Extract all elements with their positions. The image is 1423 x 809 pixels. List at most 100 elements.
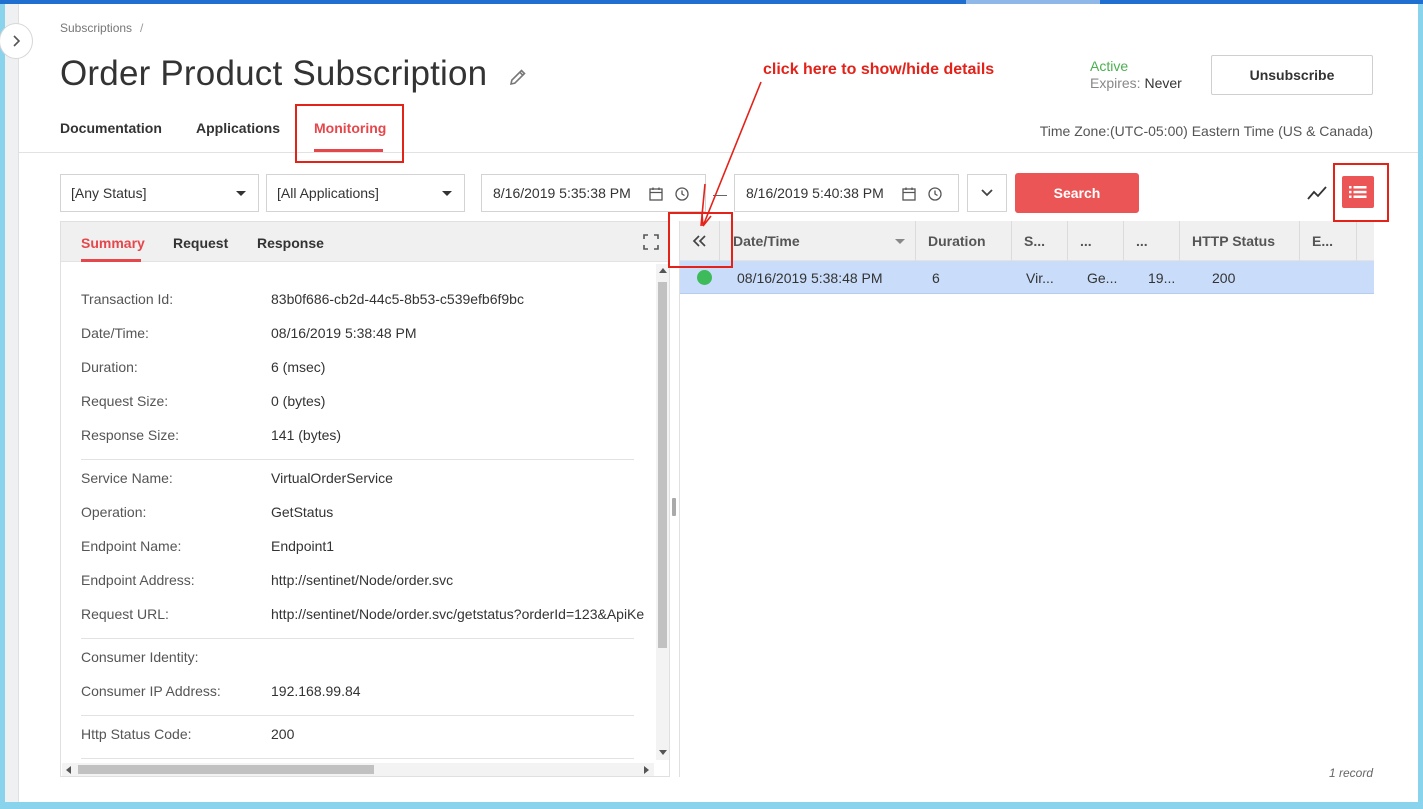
column-header-label: Date/Time <box>733 233 800 249</box>
detail-value: http://sentinet/Node/order.svc/getstatus… <box>271 606 645 622</box>
chevron-down-icon <box>981 189 993 197</box>
scroll-up-arrow-icon[interactable] <box>659 268 667 273</box>
column-header-label: ... <box>1080 233 1092 249</box>
details-divider <box>81 459 634 460</box>
details-panel: Summary Request Response Transaction Id:… <box>60 221 670 777</box>
tab-monitoring[interactable]: Monitoring <box>314 120 386 136</box>
detail-value: GetStatus <box>271 504 334 520</box>
unsubscribe-button[interactable]: Unsubscribe <box>1211 55 1373 95</box>
column-header-label: Duration <box>928 233 986 249</box>
scrollbar-thumb[interactable] <box>658 282 667 648</box>
to-date-input[interactable]: 8/16/2019 5:40:38 PM <box>734 174 959 212</box>
detail-value: 141 (bytes) <box>271 427 342 443</box>
status-indicator-icon <box>697 270 712 285</box>
breadcrumb-separator: / <box>140 21 144 35</box>
grid-header: Date/Time Duration S... ... ... HTTP Sta… <box>680 221 1374 261</box>
table-row[interactable]: 08/16/2019 5:38:48 PM 6 Vir... Ge... 19.… <box>680 261 1374 294</box>
column-header-http-status[interactable]: HTTP Status <box>1180 221 1300 261</box>
detail-label: Date/Time: <box>81 325 149 341</box>
details-divider <box>81 758 634 759</box>
detail-label: Response Size: <box>81 427 180 443</box>
tab-documentation[interactable]: Documentation <box>60 120 162 136</box>
detail-label: Consumer IP Address: <box>81 683 221 699</box>
detail-value: 192.168.99.84 <box>271 683 361 699</box>
scrollbar-thumb[interactable] <box>78 765 374 774</box>
details-divider <box>81 638 634 639</box>
detail-value: 6 (msec) <box>271 359 326 375</box>
detail-value: VirtualOrderService <box>271 470 393 486</box>
panel-splitter-handle[interactable] <box>672 498 676 516</box>
annotation-text: click here to show/hide details <box>763 61 995 78</box>
caret-down-icon <box>236 191 246 196</box>
double-chevron-left-icon <box>692 235 706 247</box>
scroll-left-arrow-icon[interactable] <box>66 766 71 774</box>
date-range-dash <box>713 195 727 196</box>
details-tab-response[interactable]: Response <box>257 235 324 251</box>
fullscreen-icon[interactable] <box>643 234 659 250</box>
details-tab-summary[interactable]: Summary <box>81 235 145 251</box>
chart-line-icon[interactable] <box>1305 181 1329 205</box>
chevron-right-icon <box>13 35 21 47</box>
column-header-label: E... <box>1312 233 1334 249</box>
detail-value: 200 <box>271 726 295 742</box>
detail-label: Transaction Id: <box>81 291 174 307</box>
detail-label: Service Name: <box>81 470 173 486</box>
from-date-value: 8/16/2019 5:35:38 PM <box>493 185 631 201</box>
breadcrumb-subscriptions[interactable]: Subscriptions <box>60 21 132 35</box>
clock-icon[interactable] <box>674 186 690 202</box>
detail-value: Endpoint1 <box>271 538 335 554</box>
column-header-label: ... <box>1136 233 1148 249</box>
scroll-right-arrow-icon[interactable] <box>644 766 649 774</box>
pencil-icon[interactable] <box>507 66 529 88</box>
list-view-button[interactable] <box>1342 176 1374 208</box>
to-date-value: 8/16/2019 5:40:38 PM <box>746 185 884 201</box>
status-filter-select[interactable]: [Any Status] <box>60 174 259 212</box>
column-header-label: HTTP Status <box>1192 233 1275 249</box>
list-icon <box>1349 186 1367 198</box>
toggle-details-button[interactable] <box>680 221 720 261</box>
column-header-service[interactable]: S... <box>1012 221 1068 261</box>
header-divider <box>19 152 1418 153</box>
column-header-consumer[interactable]: ... <box>1124 221 1180 261</box>
detail-label: Endpoint Address: <box>81 572 195 588</box>
clock-icon[interactable] <box>927 186 943 202</box>
expires-info: Expires: Never <box>1090 75 1182 91</box>
applications-filter-value: [All Applications] <box>277 185 379 201</box>
details-horizontal-scrollbar[interactable] <box>62 763 654 776</box>
column-header-datetime[interactable]: Date/Time <box>721 221 916 261</box>
column-header-label: S... <box>1024 233 1046 249</box>
tab-applications[interactable]: Applications <box>196 120 280 136</box>
detail-label: Consumer Identity: <box>81 649 199 665</box>
scroll-down-arrow-icon[interactable] <box>659 750 667 755</box>
details-vertical-scrollbar[interactable] <box>656 264 669 760</box>
table-cell: Ge... <box>1087 269 1118 286</box>
detail-label: Request Size: <box>81 393 169 409</box>
page: Subscriptions / Order Product Subscriptio… <box>0 4 1418 802</box>
table-cell: 6 <box>932 269 940 286</box>
more-filters-button[interactable] <box>967 174 1007 212</box>
details-divider <box>81 715 634 716</box>
expires-value: Never <box>1144 75 1182 91</box>
details-tab-request[interactable]: Request <box>173 235 228 251</box>
column-header-error[interactable]: E... <box>1300 221 1357 261</box>
details-tab-bar: Summary Request Response <box>61 222 669 262</box>
detail-value: http://sentinet/Node/order.svc <box>271 572 454 588</box>
expires-label: Expires: <box>1090 75 1141 91</box>
from-date-input[interactable]: 8/16/2019 5:35:38 PM <box>481 174 706 212</box>
detail-label: Http Status Code: <box>81 726 192 742</box>
calendar-icon[interactable] <box>901 186 917 202</box>
sort-caret-icon <box>895 239 905 244</box>
detail-label: Duration: <box>81 359 138 375</box>
timezone-label: Time Zone:(UTC-05:00) Eastern Time (US &… <box>1039 123 1373 139</box>
detail-label: Operation: <box>81 504 147 520</box>
search-button[interactable]: Search <box>1015 173 1139 213</box>
table-cell <box>1300 261 1357 294</box>
column-header-duration[interactable]: Duration <box>916 221 1012 261</box>
applications-filter-select[interactable]: [All Applications] <box>266 174 465 212</box>
detail-label: Endpoint Name: <box>81 538 182 554</box>
side-strip <box>5 4 19 802</box>
sidebar-toggle-button[interactable] <box>0 23 33 59</box>
calendar-icon[interactable] <box>648 186 664 202</box>
column-header-operation[interactable]: ... <box>1068 221 1124 261</box>
detail-value: 83b0f686-cb2d-44c5-8b53-c539efb6f9bc <box>271 291 524 307</box>
